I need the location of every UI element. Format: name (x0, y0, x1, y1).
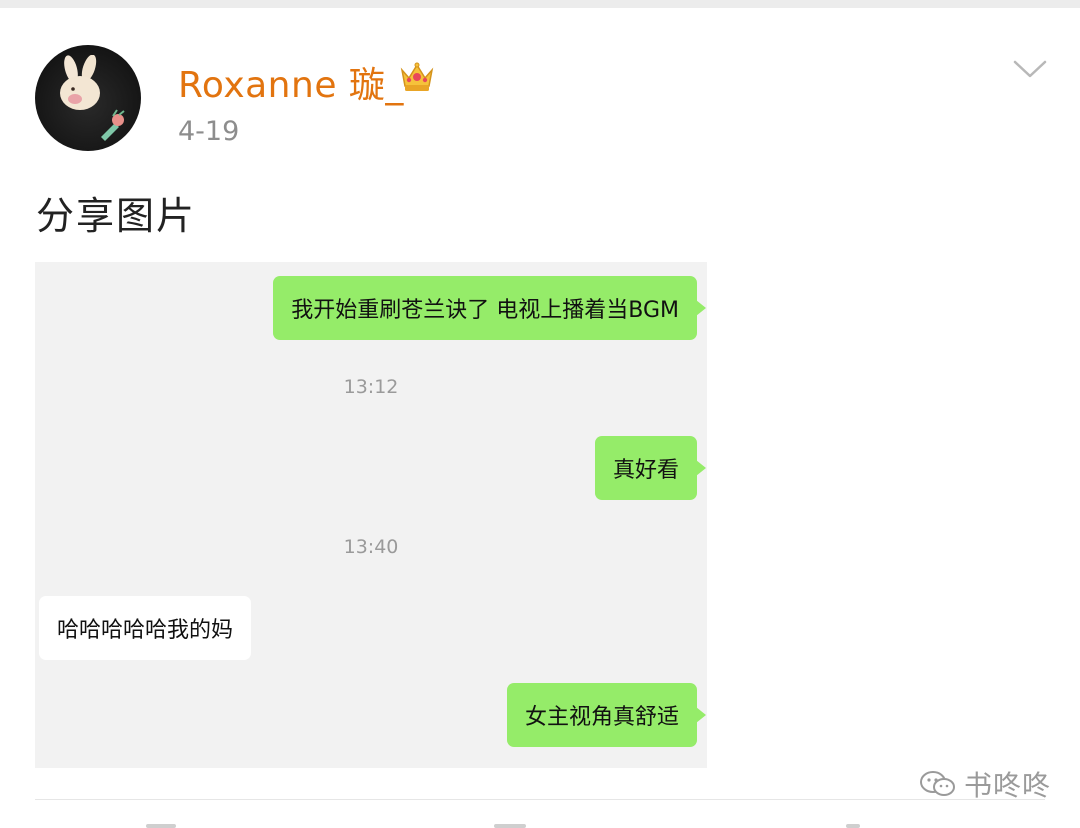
avatar[interactable] (35, 45, 141, 151)
bunny-hat-image (60, 55, 100, 110)
top-strip (0, 0, 1080, 8)
wechat-icon (920, 771, 955, 796)
divider (35, 799, 1045, 800)
carrot-brooch-image (101, 109, 125, 141)
toolbar-hint (846, 824, 860, 828)
chat-screenshot-image[interactable]: 我开始重刷苍兰诀了 电视上播着当BGM 13:12 真好看 13:40 哈哈哈哈… (35, 262, 707, 768)
toolbar-hint (494, 824, 526, 828)
chat-bubble-self: 女主视角真舒适 (506, 683, 707, 747)
chat-timestamp: 13:12 (343, 376, 399, 398)
watermark-text: 书咚咚 (964, 769, 1052, 802)
chat-bubble-self: 我开始重刷苍兰诀了 电视上播着当BGM (273, 276, 706, 340)
chat-timestamp: 13:40 (343, 536, 399, 558)
chevron-down-icon[interactable] (1012, 56, 1048, 82)
crown-badge-icon (400, 62, 434, 91)
chat-bubble-self: 真好看 (594, 436, 707, 500)
watermark: 书咚咚 (918, 764, 1051, 804)
chat-bubble-other: 哈哈哈哈哈我的妈 (39, 596, 252, 660)
post-text: 分享图片 (36, 194, 197, 238)
username[interactable]: Roxanne 璇_ (178, 56, 404, 108)
post-date: 4-19 (178, 116, 240, 147)
toolbar-hint (146, 824, 176, 828)
